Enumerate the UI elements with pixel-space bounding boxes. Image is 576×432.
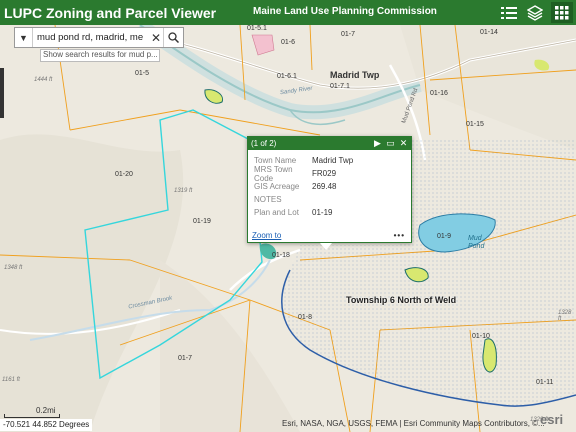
maximize-icon[interactable]: ▭ <box>386 138 395 149</box>
map-label-township-6: Township 6 North of Weld <box>346 295 457 305</box>
zoom-to-link[interactable]: Zoom to <box>252 231 281 240</box>
zoom-control[interactable] <box>0 68 4 118</box>
parcel-label: 01-14 <box>480 29 498 36</box>
layers-icon[interactable] <box>524 2 546 23</box>
parcel-label: 01-6.1 <box>277 73 297 80</box>
close-icon[interactable]: ✕ <box>399 138 408 149</box>
parcel-label: 01-18 <box>272 252 290 259</box>
popup-row: GIS Acreage 269.48 <box>254 180 405 193</box>
attribution[interactable]: Esri, NASA, NGA, USGS, FEMA | Esri Commu… <box>282 419 545 428</box>
search-icon[interactable] <box>163 28 183 47</box>
map-label-madrid-twp: Madrid Twp <box>330 70 380 80</box>
chevron-down-icon[interactable]: ▼ <box>15 28 33 47</box>
popup-row: Plan and Lot 01-19 <box>254 206 405 219</box>
field-value: 01-19 <box>312 208 333 217</box>
popup-header: (1 of 2) ▶ ▭ ✕ <box>248 137 411 150</box>
field-key: GIS Acreage <box>254 182 300 191</box>
parcel-label: 01-6 <box>281 39 296 46</box>
parcel-label: 01-7 <box>178 355 193 362</box>
parcel-label: 01-15 <box>466 121 484 128</box>
search-input[interactable]: mud pond rd, madrid, me <box>33 32 149 43</box>
field-key: MRS Town Code <box>254 164 293 183</box>
popup-pager: (1 of 2) <box>251 139 277 148</box>
parcel-label: 01-8 <box>298 314 313 321</box>
parcel-label: 01-7 <box>341 31 356 38</box>
close-icon[interactable]: ✕ <box>149 31 163 45</box>
parcel-label: 01-9 <box>437 233 452 240</box>
popup-row: MRS Town Code FR029 <box>254 164 405 183</box>
scale-bar <box>4 414 60 418</box>
next-icon[interactable]: ▶ <box>373 138 382 149</box>
grid-icon[interactable] <box>551 2 573 23</box>
popup-pointer <box>320 243 332 250</box>
more-menu-icon[interactable]: ••• <box>394 231 405 240</box>
list-icon[interactable] <box>498 2 520 23</box>
elevation-label: 1161 ft <box>2 377 20 383</box>
field-value: FR029 <box>312 169 337 178</box>
parcel-label: 01-20 <box>115 171 133 178</box>
field-value: 269.48 <box>312 182 337 191</box>
app-title: LUPC Zoning and Parcel Viewer <box>4 4 217 21</box>
parcel-label: 01-10 <box>472 333 490 340</box>
field-value: Madrid Twp <box>312 156 354 165</box>
app-header: LUPC Zoning and Parcel Viewer Maine Land… <box>0 0 576 25</box>
parcel-label: 01-7.1 <box>330 83 350 90</box>
elevation-label: 1328 ft <box>558 310 572 322</box>
parcel-label: 01-16 <box>430 90 448 97</box>
elevation-label: 1348 ft <box>4 265 23 271</box>
search-suggestion[interactable]: Show search results for mud p... <box>40 49 160 62</box>
search-bar[interactable]: ▼ mud pond rd, madrid, me ✕ <box>14 27 184 48</box>
parcel-label: 01-5 <box>135 70 150 77</box>
app-subtitle: Maine Land Use Planning Commission <box>253 6 437 17</box>
parcel-label: 01-19 <box>193 218 211 225</box>
notes-label: NOTES <box>254 195 282 204</box>
feature-popup: (1 of 2) ▶ ▭ ✕ Town Name Madrid Twp MRS T… <box>247 136 412 243</box>
parcel-label: 01-11 <box>536 379 554 386</box>
map-label-mud-pond: Mud Pond <box>468 235 485 250</box>
elevation-label: 1319 ft <box>174 188 193 194</box>
coordinate-readout: -70.521 44.852 Degrees <box>0 419 93 431</box>
field-key: Plan and Lot <box>254 208 299 217</box>
parcel-label: 01-5.1 <box>247 25 267 32</box>
elevation-label: 1444 ft <box>34 77 53 83</box>
esri-logo: esri <box>540 412 564 427</box>
